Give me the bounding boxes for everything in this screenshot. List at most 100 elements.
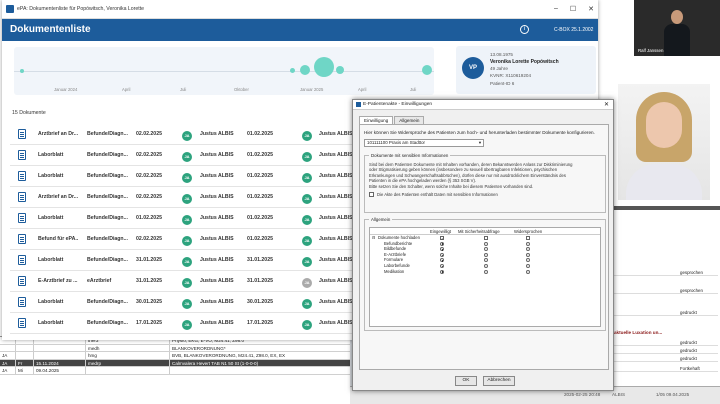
consent-radio[interactable] bbox=[440, 258, 444, 263]
query-radio[interactable] bbox=[484, 269, 488, 274]
panel-row[interactable]: gesprochen bbox=[612, 288, 718, 294]
cancel-button[interactable]: Abbrechen bbox=[483, 376, 515, 386]
objection-radio[interactable] bbox=[526, 258, 530, 263]
document-title: Laborblatt bbox=[38, 320, 64, 326]
consent-radio[interactable] bbox=[440, 241, 444, 246]
patient-id: Patient-ID 6 bbox=[490, 81, 515, 86]
timeline-dot[interactable] bbox=[422, 65, 432, 75]
root-query-checkbox[interactable] bbox=[484, 236, 488, 240]
objection-radio[interactable] bbox=[526, 247, 530, 252]
tree-collapse-icon[interactable]: ⊟ bbox=[372, 235, 376, 240]
panel-divider bbox=[612, 206, 720, 210]
document-date: 02.02.2025 bbox=[136, 173, 162, 179]
group-title: Allgemein bbox=[369, 217, 393, 222]
sensitive-checkbox-row[interactable]: Die Akte des Patienten enthält Daten mit… bbox=[369, 192, 603, 198]
panel-row[interactable]: gesprochen bbox=[612, 270, 718, 276]
record-row[interactable]: JA hmg BVB, BLANKOVERORDNUNG, M24.41, Z98.… bbox=[0, 352, 350, 360]
document-date-created: 01.02.2025 bbox=[247, 152, 273, 158]
timeline-dot[interactable] bbox=[300, 65, 310, 75]
timeline-dot[interactable] bbox=[290, 68, 295, 73]
timeline-dot[interactable] bbox=[314, 57, 334, 77]
objection-radio[interactable] bbox=[526, 252, 530, 257]
close-icon[interactable]: ✕ bbox=[588, 5, 594, 13]
tab-einwilligung[interactable]: Einwilligung bbox=[359, 116, 394, 124]
dialog-app-icon bbox=[356, 102, 361, 107]
document-date: 01.02.2025 bbox=[136, 215, 162, 221]
author-badge: JA bbox=[302, 173, 312, 183]
timeline-dot[interactable] bbox=[336, 66, 344, 74]
document-author-created: Justus ALBIS bbox=[319, 173, 353, 179]
general-group: Allgemein Eingewilligt Mit Sicherheitsab… bbox=[364, 217, 606, 331]
panel-row[interactable]: gedruckt bbox=[612, 356, 718, 362]
panel-row[interactable]: gedruckt bbox=[612, 340, 718, 346]
consent-radio[interactable] bbox=[440, 252, 444, 257]
patient-name: Veronika Lorette Popówitsch bbox=[490, 59, 559, 65]
document-date-created: 01.02.2025 bbox=[247, 194, 273, 200]
timeline-label: Januar 2024 bbox=[54, 87, 78, 92]
timeline-axis bbox=[14, 71, 434, 72]
objection-radio[interactable] bbox=[526, 241, 530, 246]
document-timeline[interactable]: Januar 2024 April Juli Oktober Januar 20… bbox=[14, 47, 434, 95]
video-call-tile: Ralf Janssen bbox=[634, 0, 720, 56]
document-author-created: Justus ALBIS bbox=[319, 278, 353, 284]
objection-radio[interactable] bbox=[526, 269, 530, 274]
maximize-icon[interactable]: ☐ bbox=[570, 5, 576, 13]
tab-allgemein[interactable]: Allgemein bbox=[394, 116, 425, 124]
document-title: Befund für ePA... bbox=[38, 236, 78, 242]
ok-button[interactable]: OK bbox=[455, 376, 477, 386]
document-icon bbox=[18, 297, 26, 307]
permission-label: Laborbefunde bbox=[384, 262, 410, 268]
query-radio[interactable] bbox=[484, 263, 488, 268]
record-row[interactable]: medh BLANKOVERORDNUNG* bbox=[0, 344, 350, 352]
objection-radio[interactable] bbox=[526, 263, 530, 268]
dialog-titlebar[interactable]: E-Patientenakte - Einwilligungen ✕ bbox=[353, 100, 613, 110]
author-badge: JA bbox=[302, 194, 312, 204]
document-author: Justus ALBIS bbox=[200, 152, 234, 158]
author-badge: JA bbox=[302, 131, 312, 141]
close-icon[interactable]: ✕ bbox=[604, 101, 609, 108]
consent-radio[interactable] bbox=[440, 247, 444, 252]
permission-row[interactable]: Medikation bbox=[370, 269, 600, 275]
consent-radio[interactable] bbox=[440, 263, 444, 268]
sensitive-checkbox[interactable] bbox=[369, 192, 374, 198]
practice-select[interactable]: 101111100 Praxis am Stadttor ▼ bbox=[364, 139, 484, 147]
consent-radio[interactable] bbox=[440, 269, 444, 274]
query-radio[interactable] bbox=[484, 258, 488, 263]
dialog-intro: Hier können Sie Widersprüche des Patient… bbox=[364, 130, 595, 135]
record-row[interactable]: JA Mi 09.04.2025 bbox=[0, 367, 350, 375]
document-date-created: 01.02.2025 bbox=[247, 215, 273, 221]
patient-photo bbox=[618, 84, 710, 200]
query-radio[interactable] bbox=[484, 252, 488, 257]
document-date-created: 17.01.2025 bbox=[247, 320, 273, 326]
window-titlebar[interactable]: ePA: Dokumentenliste für Popówitsch, Ver… bbox=[2, 0, 598, 19]
document-author-created: Justus ALBIS bbox=[319, 299, 353, 305]
panel-row[interactable]: Fortkehaft bbox=[612, 366, 718, 372]
minimize-icon[interactable]: – bbox=[554, 5, 558, 13]
patient-birthdate: 13.08.1975 bbox=[490, 52, 513, 57]
author-badge: JA bbox=[302, 278, 312, 288]
document-icon bbox=[18, 150, 26, 160]
document-author-created: Justus ALBIS bbox=[319, 152, 353, 158]
permissions-table: Eingewilligt Mit Sicherheitsabfrage Wide… bbox=[369, 227, 601, 327]
panel-row[interactable]: gedruckt bbox=[612, 348, 718, 354]
document-title: E-Arztbrief zu ... bbox=[38, 278, 78, 284]
document-icon bbox=[18, 276, 26, 286]
document-date: 02.02.2025 bbox=[136, 236, 162, 242]
query-radio[interactable] bbox=[484, 247, 488, 252]
root-objection-checkbox[interactable] bbox=[526, 236, 530, 240]
timeline-dot[interactable] bbox=[20, 69, 24, 73]
panel-row[interactable]: gedruckt bbox=[612, 310, 718, 316]
document-date-created: 01.02.2025 bbox=[247, 173, 273, 179]
document-icon bbox=[18, 213, 26, 223]
chevron-down-icon: ▼ bbox=[478, 140, 482, 145]
info-icon[interactable]: i bbox=[520, 25, 529, 34]
document-date: 31.01.2025 bbox=[136, 257, 162, 263]
author-badge: JA bbox=[182, 236, 192, 246]
root-consent-checkbox[interactable]: ✓ bbox=[440, 236, 444, 241]
patient-kvnr: KVNR: X110619204 bbox=[490, 73, 532, 78]
record-row-selected[interactable]: JA Fr 15.11.2024 medrp Calmvalera Hevert TAB… bbox=[0, 359, 350, 367]
permission-label: Bildbefunde bbox=[384, 246, 407, 252]
query-radio[interactable] bbox=[484, 241, 488, 246]
document-author: Justus ALBIS bbox=[200, 299, 234, 305]
permission-label: Formulare bbox=[384, 257, 404, 263]
